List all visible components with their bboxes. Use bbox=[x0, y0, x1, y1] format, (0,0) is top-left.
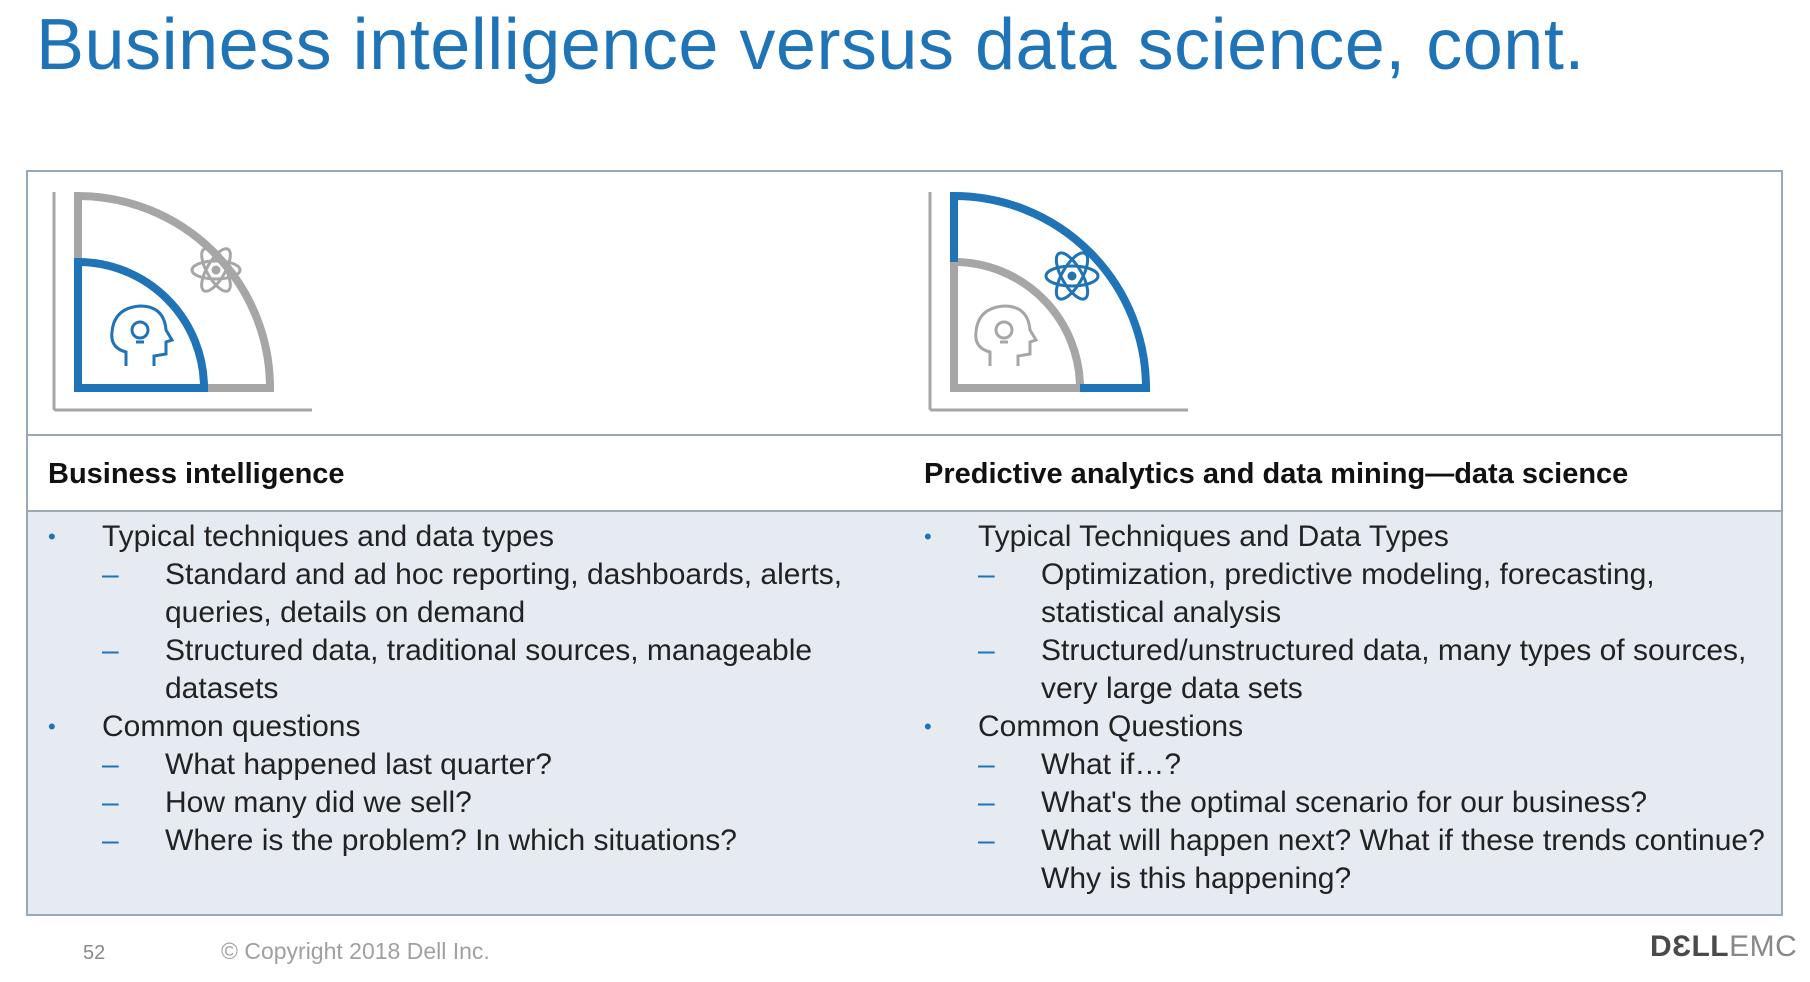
list-subitem: – Standard and ad hoc reporting, dashboar… bbox=[102, 558, 843, 629]
content-row: • Typical techniques and data types – Sta… bbox=[28, 512, 1781, 914]
list-subitem: – Where is the problem? In which situatio… bbox=[102, 824, 737, 857]
bi-heading: Business intelligence bbox=[48, 458, 345, 490]
bi-quadrant-icon bbox=[52, 191, 312, 412]
heading-row: Business intelligence Predictive analyti… bbox=[28, 436, 1781, 512]
slide-title: Business intelligence versus data scienc… bbox=[36, 5, 1585, 85]
page-number: 52 bbox=[83, 942, 106, 964]
list-subitem: – What if…? bbox=[978, 748, 1182, 781]
head-bulb-icon bbox=[974, 304, 1039, 366]
list-subitem: – What will happen next? What if these tr… bbox=[978, 824, 1765, 895]
list-subitem: – How many did we sell? bbox=[102, 786, 472, 819]
logo-dell: DƐLL bbox=[1650, 930, 1730, 963]
bi-column: • Typical techniques and data types – Sta… bbox=[48, 518, 908, 860]
list-subitem: – What happened last quarter? bbox=[102, 748, 552, 781]
list-item: • Typical techniques and data types – Sta… bbox=[48, 518, 908, 708]
copyright-text: © Copyright 2018 Dell Inc. bbox=[221, 938, 490, 964]
bullet-icon: • bbox=[48, 714, 56, 739]
ds-heading: Predictive analytics and data mining—dat… bbox=[924, 458, 1629, 490]
list-item: • Typical Techniques and Data Types – Opt… bbox=[924, 518, 1784, 708]
data-science-quadrant-icon bbox=[928, 191, 1188, 412]
comparison-table: Business intelligence Predictive analyti… bbox=[26, 170, 1783, 916]
list-subitem: – Structured/unstructured data, many type… bbox=[978, 634, 1747, 705]
list-subitem: – What's the optimal scenario for our bus… bbox=[978, 786, 1648, 819]
bullet-icon: • bbox=[48, 524, 56, 549]
list-item: • Common Questions – What if…? – What's th… bbox=[924, 708, 1784, 898]
ds-column: • Typical Techniques and Data Types – Opt… bbox=[924, 518, 1784, 898]
list-item: • Common questions – What happened last q… bbox=[48, 708, 908, 860]
dell-emc-logo: DƐLLEMC bbox=[1650, 930, 1797, 964]
logo-emc: EMC bbox=[1729, 930, 1798, 963]
list-subitem: – Structured data, traditional sources, m… bbox=[102, 634, 813, 705]
bullet-icon: • bbox=[924, 714, 932, 739]
head-bulb-icon bbox=[110, 304, 175, 366]
bullet-icon: • bbox=[924, 524, 932, 549]
icon-row bbox=[28, 172, 1781, 436]
list-subitem: – Optimization, predictive modeling, fore… bbox=[978, 558, 1655, 629]
